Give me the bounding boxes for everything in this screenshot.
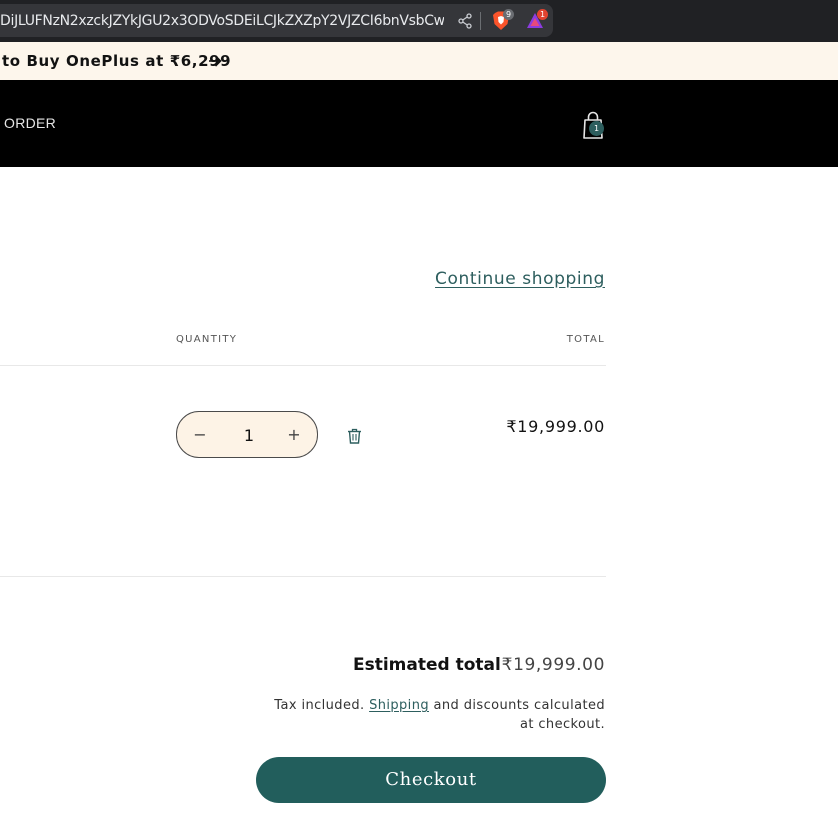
trash-icon[interactable] [347, 428, 362, 444]
decrease-quantity-button[interactable]: − [177, 412, 223, 457]
nav-link-order[interactable]: ORDER [4, 114, 56, 132]
rewards-count-badge: 1 [537, 9, 548, 20]
shipping-policy-link[interactable]: Shipping [369, 698, 429, 713]
checkout-button[interactable]: Checkout [256, 757, 606, 803]
increase-quantity-button[interactable]: + [271, 412, 317, 457]
tax-note: Tax included. Shipping and discounts cal… [260, 696, 605, 734]
estimated-total-label: Estimated total [353, 655, 501, 675]
address-bar-url[interactable]: DiJLUFNzN2xzckJZYkJGU2x3ODVoSDEiLCJkZXZp… [0, 12, 444, 30]
site-header: ORDER [0, 80, 838, 167]
browser-toolbar: DiJLUFNzN2xzckJZYkJGU2x3ODVoSDEiLCJkZXZp… [0, 0, 838, 42]
quantity-stepper[interactable]: − + [176, 411, 318, 459]
table-header-divider [0, 365, 606, 366]
announcement-bar[interactable]: to Buy OnePlus at ₹6,299 [0, 42, 838, 80]
address-bar[interactable]: DiJLUFNzN2xzckJZYkJGU2x3ODVoSDEiLCJkZXZp… [0, 4, 553, 37]
estimated-total-value: ₹19,999.00 [501, 655, 605, 675]
tax-note-prefix: Tax included. [274, 698, 365, 713]
line-item-total: ₹19,999.00 [506, 417, 605, 436]
toolbar-divider [480, 12, 481, 30]
announcement-text[interactable]: to Buy OnePlus at ₹6,299 [2, 51, 231, 71]
quantity-input[interactable] [223, 412, 275, 459]
arrow-right-icon [209, 55, 222, 67]
continue-shopping-link[interactable]: Continue shopping [435, 268, 605, 290]
total-column-header: TOTAL [566, 334, 605, 345]
tax-note-suffix: and discounts calculated at checkout. [433, 698, 605, 732]
share-icon[interactable] [457, 13, 473, 29]
cart-items-divider [0, 576, 606, 577]
shields-count-badge: 9 [503, 9, 514, 20]
quantity-column-header: QUANTITY [176, 334, 238, 345]
cart-count-badge: 1 [589, 121, 604, 136]
